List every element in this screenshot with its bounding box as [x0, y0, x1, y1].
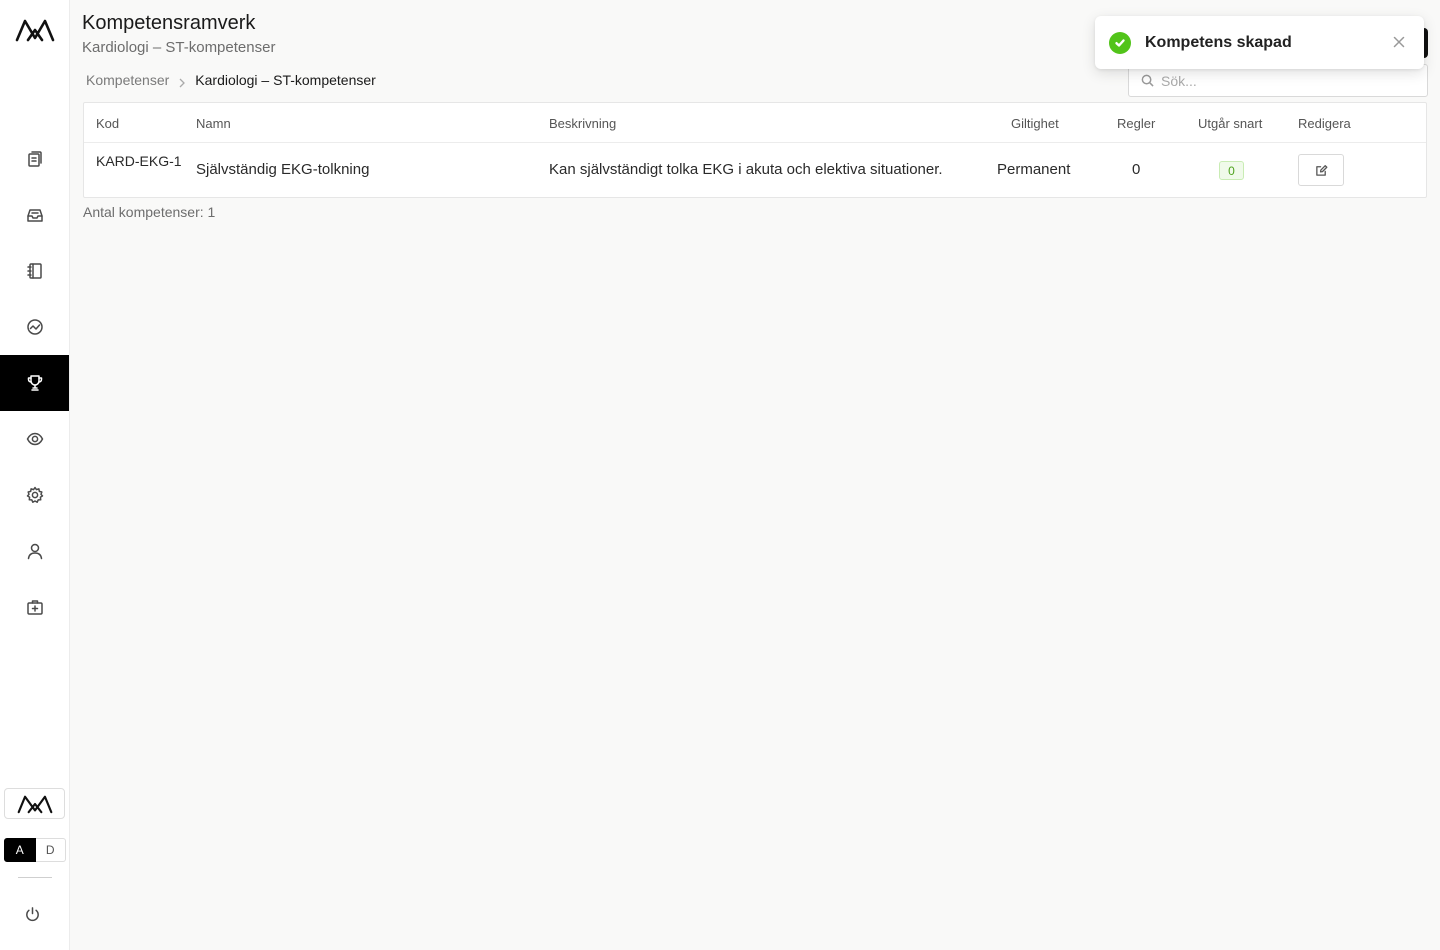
breadcrumb: Kompetenser Kardiologi – ST-kompetenser	[86, 72, 376, 88]
sidebar: A D	[0, 0, 70, 950]
search-input[interactable]	[1161, 72, 1411, 89]
inbox-icon	[26, 209, 43, 222]
edit-button[interactable]	[1298, 154, 1344, 186]
sidebar-item-dashboard[interactable]	[0, 299, 69, 355]
organization-logo[interactable]	[4, 788, 65, 819]
check-circle-icon	[1109, 31, 1131, 54]
sidebar-item-competencies[interactable]	[0, 355, 69, 411]
medical-kit-icon	[26, 600, 43, 615]
chart-circle-icon	[26, 319, 43, 335]
sidebar-item-notebook[interactable]	[0, 243, 69, 299]
column-header-redigera: Redigera	[1298, 116, 1351, 131]
brand-logo-icon[interactable]	[14, 14, 56, 46]
chevron-right-icon	[178, 75, 186, 88]
sidebar-item-settings[interactable]	[0, 467, 69, 523]
column-header-beskrivning[interactable]: Beskrivning	[549, 116, 616, 131]
sidebar-divider	[18, 877, 52, 878]
page-subtitle: Kardiologi – ST-kompetenser	[82, 39, 276, 56]
column-header-giltighet[interactable]: Giltighet	[1011, 116, 1059, 131]
language-option-a[interactable]: A	[4, 838, 36, 862]
column-header-kod[interactable]: Kod	[96, 116, 119, 131]
document-copy-icon	[27, 151, 42, 167]
user-icon	[27, 543, 42, 560]
trophy-icon	[27, 375, 42, 391]
sidebar-item-user[interactable]	[0, 523, 69, 579]
table-header: Kod Namn Beskrivning Giltighet Regler Ut…	[84, 103, 1426, 143]
logout-button[interactable]	[22, 904, 42, 924]
toast-message: Kompetens skapad	[1145, 33, 1292, 51]
breadcrumb-item-current: Kardiologi – ST-kompetenser	[195, 72, 376, 88]
eye-icon	[26, 432, 43, 446]
column-header-utgar-snart[interactable]: Utgår snart	[1198, 116, 1262, 131]
expiring-soon-badge: 0	[1219, 161, 1244, 180]
competency-table: Kod Namn Beskrivning Giltighet Regler Ut…	[83, 102, 1427, 198]
cell-description: Kan självständigt tolka EKG i akuta och …	[549, 161, 943, 178]
close-icon[interactable]	[1393, 35, 1407, 49]
competency-count: Antal kompetenser: 1	[83, 204, 216, 220]
sidebar-item-medical[interactable]	[0, 579, 69, 635]
cell-rules: 0	[1132, 161, 1141, 178]
cell-validity: Permanent	[997, 161, 1071, 178]
sidebar-item-view[interactable]	[0, 411, 69, 467]
success-toast: Kompetens skapad	[1095, 16, 1424, 69]
cell-name: Självständig EKG-tolkning	[196, 161, 370, 178]
sidebar-item-inbox[interactable]	[0, 187, 69, 243]
edit-icon	[1315, 164, 1327, 176]
brand-logo-icon	[17, 795, 52, 813]
column-header-namn[interactable]: Namn	[196, 116, 231, 131]
page-title: Kompetensramverk	[82, 12, 256, 34]
search-icon	[1141, 74, 1154, 87]
language-option-d[interactable]: D	[35, 838, 66, 862]
column-header-regler[interactable]: Regler	[1117, 116, 1155, 131]
cell-code: KARD-EKG-1	[96, 153, 182, 169]
sidebar-item-documents[interactable]	[0, 131, 69, 187]
table-row[interactable]: KARD-EKG-1 Självständig EKG-tolkning Kan…	[84, 143, 1426, 198]
power-icon	[25, 906, 39, 921]
language-toggle: A D	[4, 838, 66, 862]
notebook-icon	[26, 263, 42, 279]
breadcrumb-item-kompetenser[interactable]: Kompetenser	[86, 72, 169, 88]
gear-icon	[26, 486, 43, 503]
